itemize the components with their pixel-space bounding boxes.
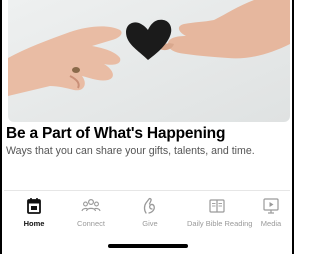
bottom-tab-bar: Home Connect Give Daily Bible Reading Me… bbox=[4, 194, 290, 234]
home-indicator[interactable] bbox=[108, 244, 188, 248]
tab-media[interactable]: Media bbox=[248, 194, 294, 234]
hero-image[interactable] bbox=[8, 0, 290, 122]
tab-home-label: Home bbox=[23, 219, 45, 228]
people-group-icon bbox=[81, 198, 101, 212]
open-book-icon bbox=[209, 199, 225, 213]
tab-give[interactable]: Give bbox=[120, 194, 180, 234]
tabbar-divider bbox=[4, 190, 290, 191]
tab-daily-bible-reading[interactable]: Daily Bible Reading bbox=[187, 194, 253, 234]
give-hand-icon bbox=[143, 197, 155, 214]
tab-connect[interactable]: Connect bbox=[61, 194, 121, 234]
tab-connect-label: Connect bbox=[77, 219, 105, 228]
tab-media-label: Media bbox=[260, 219, 282, 228]
tab-home[interactable]: Home bbox=[4, 194, 64, 234]
play-video-icon bbox=[263, 198, 279, 214]
section-subtitle: Ways that you can share your gifts, tale… bbox=[6, 145, 255, 157]
tab-daily-bible-reading-label: Daily Bible Reading bbox=[187, 219, 253, 228]
calendar-icon bbox=[27, 198, 41, 214]
app-screen: Be a Part of What's Happening Ways that … bbox=[0, 0, 294, 254]
hands-holding-heart-image bbox=[8, 0, 290, 122]
tab-give-label: Give bbox=[142, 219, 158, 228]
section-title: Be a Part of What's Happening bbox=[6, 125, 226, 142]
